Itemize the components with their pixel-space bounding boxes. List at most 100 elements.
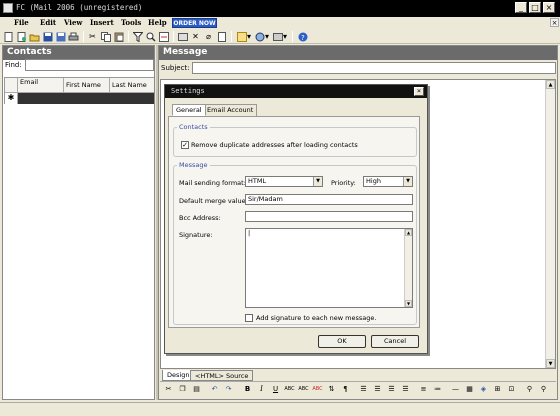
menu-file[interactable]: File [14, 18, 29, 27]
filter-icon[interactable] [132, 31, 143, 42]
copy-icon[interactable]: ❐ [177, 384, 188, 395]
indent-icon[interactable]: ¶ [340, 384, 351, 395]
mdi-close-icon[interactable]: × [550, 18, 559, 27]
dialog-title: Settings [171, 87, 205, 95]
cut-icon[interactable]: ✂ [163, 384, 174, 395]
bcc-address-input[interactable] [245, 211, 413, 222]
align-left-icon[interactable]: ☰ [358, 384, 369, 395]
attach-icon[interactable]: ⌀ [203, 31, 214, 42]
priority-value: High [366, 177, 381, 185]
editor-tabs: Design <HTML> Source [160, 369, 556, 381]
open-icon[interactable] [29, 31, 40, 42]
remove-duplicates-checkbox[interactable]: ✓ [181, 141, 189, 149]
help-icon[interactable]: ? [297, 31, 308, 42]
delete-icon[interactable]: ✕ [190, 31, 201, 42]
copy-icon[interactable] [100, 31, 111, 42]
scroll-up-icon[interactable]: ▲ [546, 80, 555, 89]
horizontal-rule-icon[interactable]: — [450, 384, 461, 395]
align-right-icon[interactable]: ☰ [386, 384, 397, 395]
dialog-title-bar: Settings × [165, 85, 427, 98]
column-header-last-name[interactable]: Last Name [110, 78, 154, 93]
find-input[interactable] [25, 59, 154, 71]
chevron-down-icon[interactable]: ▼ [313, 177, 322, 186]
title-bar: FC (Mail 2006 (unregistered) _ □ × [0, 0, 560, 17]
paste-icon[interactable] [113, 31, 124, 42]
paste-icon[interactable]: ▤ [191, 384, 202, 395]
scroll-down-icon[interactable]: ▼ [546, 359, 555, 368]
menu-view[interactable]: View [64, 18, 82, 27]
remove-duplicates-label: Remove duplicate addresses after loading… [191, 141, 358, 149]
toolbar-separator [173, 31, 174, 42]
toolbar-separator [128, 31, 129, 42]
underline-icon[interactable]: U [270, 384, 281, 395]
signature-label: Signature: [179, 231, 213, 239]
maximize-button[interactable]: □ [529, 2, 541, 13]
superscript-icon[interactable]: ABC [298, 384, 309, 395]
scroll-down-icon[interactable]: ▼ [405, 300, 412, 307]
spellcheck-icon[interactable]: ⚲ [538, 384, 549, 395]
replace-icon[interactable] [158, 31, 169, 42]
new-icon[interactable] [3, 31, 14, 42]
tab-html-source[interactable]: <HTML> Source [190, 370, 254, 381]
subject-label: Subject: [161, 64, 190, 72]
new-contact-icon[interactable] [16, 31, 27, 42]
merge-value-input[interactable]: Sir/Madam [245, 194, 413, 205]
tab-email-account[interactable]: Email Account [203, 104, 258, 116]
strikethrough-icon[interactable]: ABC [284, 384, 295, 395]
tab-general[interactable]: General [172, 104, 206, 116]
justify-icon[interactable]: ☰ [400, 384, 411, 395]
chevron-down-icon[interactable]: ▾ [264, 31, 270, 42]
align-center-icon[interactable]: ☰ [372, 384, 383, 395]
image-insert-icon[interactable]: ◈ [478, 384, 489, 395]
toolbar-separator [292, 31, 293, 42]
signature-textarea[interactable]: | ▲ ▼ [245, 228, 413, 308]
contacts-grid[interactable]: Email First Name Last Name ✱ [4, 77, 154, 104]
find-icon[interactable]: ⚲ [524, 384, 535, 395]
print-icon[interactable] [68, 31, 79, 42]
mail-format-select[interactable]: HTML ▼ [245, 176, 323, 187]
menu-insert[interactable]: Insert [90, 18, 114, 27]
save-as-icon[interactable] [55, 31, 66, 42]
subject-input[interactable] [192, 62, 556, 74]
sort-icon[interactable]: ⇅ [326, 384, 337, 395]
menu-help[interactable]: Help [148, 18, 167, 27]
order-now-button[interactable]: ORDER NOW [172, 18, 217, 28]
bold-icon[interactable]: B [242, 384, 253, 395]
minimize-button[interactable]: _ [515, 2, 527, 13]
table-row[interactable] [18, 93, 154, 104]
address-book-icon[interactable] [177, 31, 188, 42]
format-toolbar: ✂ ❐ ▤ ↶ ↷ B I U ABC ABC ABC ⇅ ¶ ☰ ☰ ☰ ☰ … [160, 381, 556, 395]
message-group-label: Message [177, 161, 210, 169]
redo-icon[interactable]: ↷ [223, 384, 234, 395]
signature-scrollbar[interactable]: ▲ ▼ [404, 229, 412, 307]
priority-select[interactable]: High ▼ [363, 176, 413, 187]
dialog-close-icon[interactable]: × [414, 87, 424, 96]
save-icon[interactable] [42, 31, 53, 42]
menu-edit[interactable]: Edit [40, 18, 56, 27]
add-signature-checkbox[interactable] [245, 314, 253, 322]
chevron-down-icon[interactable]: ▾ [282, 31, 288, 42]
column-header-first-name[interactable]: First Name [64, 78, 110, 93]
chevron-down-icon[interactable]: ▾ [246, 31, 252, 42]
cut-icon[interactable]: ✂ [87, 31, 98, 42]
table-icon[interactable]: ▦ [464, 384, 475, 395]
numbered-list-icon[interactable]: ≡ [418, 384, 429, 395]
chevron-down-icon[interactable]: ▼ [403, 177, 412, 186]
link-icon[interactable]: ⊞ [492, 384, 503, 395]
anchor-icon[interactable]: ⊡ [506, 384, 517, 395]
message-panel-title: Message [159, 46, 557, 60]
undo-icon[interactable]: ↶ [209, 384, 220, 395]
scroll-up-icon[interactable]: ▲ [405, 229, 412, 236]
cancel-button[interactable]: Cancel [371, 335, 419, 348]
find-icon[interactable] [145, 31, 156, 42]
bcc-address-label: Bcc Address: [179, 214, 221, 222]
column-header-email[interactable]: Email [18, 78, 64, 93]
document-icon[interactable] [216, 31, 227, 42]
font-color-icon[interactable]: ABC [312, 384, 323, 395]
editor-scrollbar[interactable]: ▲ ▼ [545, 80, 555, 368]
menu-tools[interactable]: Tools [121, 18, 141, 27]
ok-button[interactable]: OK [318, 335, 366, 348]
italic-icon[interactable]: I [256, 384, 267, 395]
bulleted-list-icon[interactable]: ≔ [432, 384, 443, 395]
close-button[interactable]: × [543, 2, 555, 13]
